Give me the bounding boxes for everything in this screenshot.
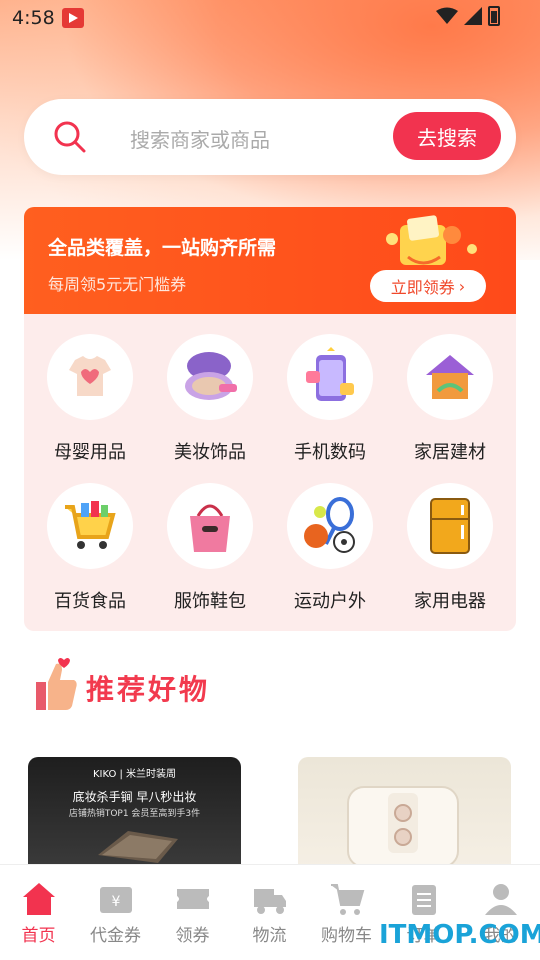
baby-clothes-icon [69, 356, 111, 396]
signal-icon [464, 7, 482, 25]
tab-label: 物流 [252, 926, 287, 946]
compact-case-image [98, 831, 178, 863]
category-item-baby[interactable]: 母婴用品 [24, 334, 144, 474]
coupon-icon [177, 889, 209, 909]
status-indicators [436, 6, 500, 26]
watermark-text: ITMOP.COM [379, 920, 540, 950]
cart-icon [331, 884, 365, 915]
product-card[interactable]: KIKO | 米兰时装周 底妆杀手锏 早八秒出妆 店铺热销TOP1 会员至高到手… [28, 757, 241, 867]
category-item-fashion[interactable]: 服饰鞋包 [144, 483, 264, 623]
coupon-illustration-icon [386, 215, 477, 265]
house-icon [426, 355, 474, 399]
chevron-right-icon: › [458, 276, 466, 296]
order-icon [412, 885, 436, 915]
wifi-icon [436, 7, 458, 24]
app-notification-icon [62, 8, 84, 28]
sports-balls-icon [304, 497, 355, 553]
category-circle [287, 334, 373, 420]
category-label: 家居建材 [414, 442, 486, 463]
recommend-title: 推荐好物 [86, 673, 211, 706]
product-tagline: 店铺热销TOP1 会员至高到手3件 [68, 809, 201, 819]
category-circle [167, 483, 253, 569]
phone-apps-icon [306, 347, 354, 401]
status-time: 4:58 [12, 7, 55, 29]
category-circle [167, 334, 253, 420]
product-headline: 底妆杀手锏 早八秒出妆 [72, 790, 197, 804]
category-label: 手机数码 [294, 442, 366, 463]
category-label: 美妆饰品 [174, 442, 246, 463]
category-label: 百货食品 [54, 591, 126, 612]
compact-powder-icon [185, 352, 237, 400]
tab-voucher[interactable]: ¥ 代金券 [77, 865, 154, 960]
search-button[interactable]: 去搜索 [393, 112, 501, 160]
category-item-digital[interactable]: 手机数码 [264, 334, 384, 474]
product-card[interactable] [298, 757, 511, 867]
category-card: 全品类覆盖，一站购齐所需 每周领5元无门槛券 立即领券 › 母婴用品 美妆饰品 … [24, 207, 516, 631]
svg-text:¥: ¥ [112, 894, 121, 910]
user-icon [485, 884, 517, 915]
get-coupon-label: 立即领券 [390, 278, 455, 297]
search-icon [54, 121, 86, 153]
category-label: 家用电器 [414, 591, 486, 612]
truck-icon [254, 889, 286, 914]
category-circle [407, 483, 493, 569]
thumbs-up-icon [36, 658, 77, 710]
get-coupon-button[interactable]: 立即领券 › [370, 270, 486, 302]
promo-subtitle: 每周领5元无门槛券 [48, 275, 187, 294]
category-item-sports[interactable]: 运动户外 [264, 483, 384, 623]
tab-label: 首页 [21, 926, 56, 946]
air-fryer-image [347, 786, 459, 867]
home-icon [23, 883, 55, 915]
category-item-grocery[interactable]: 百货食品 [24, 483, 144, 623]
status-bar: 4:58 [0, 0, 540, 36]
tab-coupon[interactable]: 领券 [154, 865, 231, 960]
category-circle [407, 334, 493, 420]
tab-logistics[interactable]: 物流 [231, 865, 308, 960]
tab-label: 代金券 [90, 926, 141, 946]
recommend-header: 推荐好物 [28, 656, 288, 716]
battery-icon [488, 6, 500, 26]
refrigerator-icon [430, 498, 470, 554]
category-item-home[interactable]: 家居建材 [384, 334, 504, 474]
shopping-cart-icon [65, 501, 116, 549]
category-label: 运动户外 [294, 591, 366, 612]
category-item-beauty[interactable]: 美妆饰品 [144, 334, 264, 474]
category-item-appliance[interactable]: 家用电器 [384, 483, 504, 623]
category-circle [47, 483, 133, 569]
tab-home[interactable]: 首页 [0, 865, 77, 960]
tab-label: 购物车 [321, 926, 372, 946]
voucher-icon: ¥ [100, 887, 132, 913]
handbag-icon [190, 504, 230, 552]
tab-cart[interactable]: 购物车 [308, 865, 385, 960]
promo-banner: 全品类覆盖，一站购齐所需 每周领5元无门槛券 立即领券 › [24, 207, 516, 314]
category-label: 母婴用品 [54, 442, 126, 463]
tab-label: 领券 [175, 926, 210, 946]
search-bar[interactable]: 搜索商家或商品 去搜索 [24, 99, 516, 175]
category-label: 服饰鞋包 [174, 591, 246, 612]
category-circle [47, 334, 133, 420]
promo-title: 全品类覆盖，一站购齐所需 [48, 237, 277, 259]
category-circle [287, 483, 373, 569]
product-brand: KIKO | 米兰时装周 [92, 769, 177, 780]
search-input[interactable]: 搜索商家或商品 [130, 124, 270, 153]
